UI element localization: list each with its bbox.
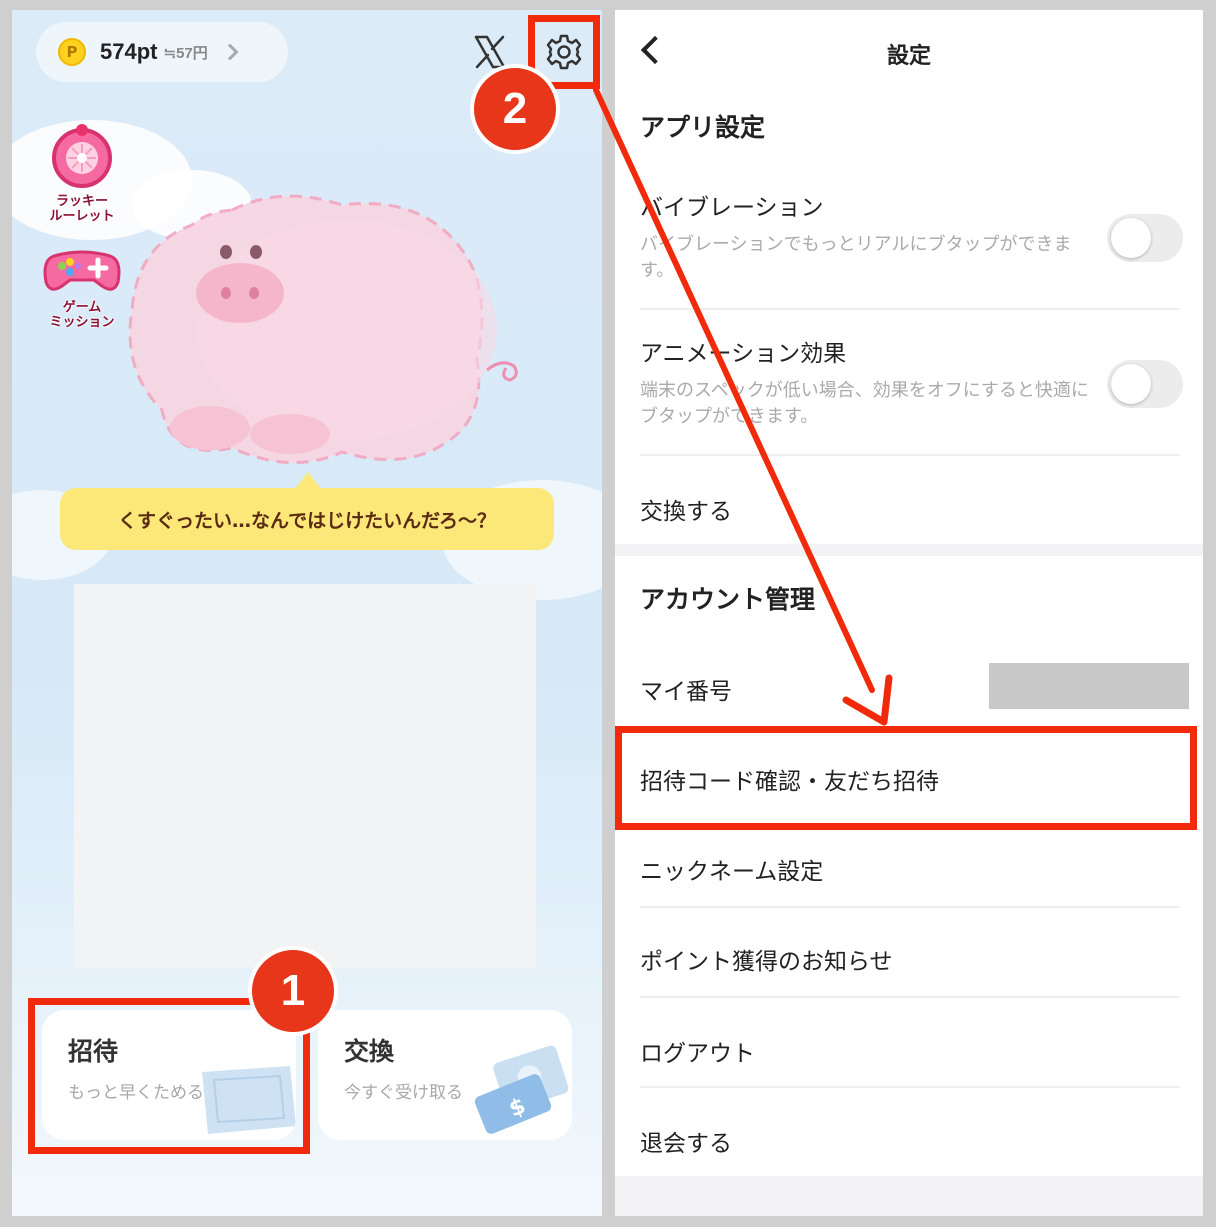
settings-nav-bar: 設定	[615, 10, 1203, 94]
ad-placeholder	[74, 584, 536, 968]
money-icon: $	[474, 1045, 569, 1134]
account-heading: アカウント管理	[640, 585, 816, 614]
my-number-redacted	[989, 663, 1189, 709]
section-gap	[615, 544, 1203, 556]
exchange-setting-item[interactable]: 交換する	[640, 492, 732, 526]
divider	[640, 308, 1180, 310]
game-mission-button[interactable]: ゲーム ミッション	[42, 246, 122, 330]
vibration-desc: バイブレーションでもっとリアルにブタップができます。	[640, 234, 1072, 281]
bottom-gap	[615, 1176, 1203, 1216]
settings-screen: 設定 アプリ設定 バイブレーション バイブレーションでもっとリアルにブタップがで…	[615, 10, 1203, 1216]
roulette-icon	[52, 124, 112, 188]
divider	[640, 996, 1180, 998]
pig-character[interactable]	[122, 190, 522, 480]
exchange-card[interactable]: 交換 今すぐ受け取る $	[318, 1010, 572, 1140]
point-coin-icon: P	[58, 38, 86, 66]
points-value: 574pt	[100, 39, 158, 64]
page-title: 設定	[886, 44, 931, 69]
side-icon-label: ゲーム ミッション	[49, 300, 115, 330]
step-1-badge: 1	[248, 946, 338, 1036]
divider	[640, 906, 1180, 908]
lucky-roulette-button[interactable]: ラッキー ルーレット	[42, 120, 122, 224]
animation-label: アニメーション効果	[640, 341, 847, 367]
step-2-badge: 2	[470, 64, 560, 154]
toggle-knob	[1111, 218, 1151, 258]
speech-bubble: くすぐったい…なんではじけたいんだろ～？	[60, 488, 554, 550]
app-settings-heading: アプリ設定	[640, 113, 766, 142]
point-notify-item[interactable]: ポイント獲得のお知らせ	[640, 942, 893, 976]
screenshot-frame: P 574pt ≒57円 2 ラッキー ルーレット ゲーム ミッション くすぐっ…	[0, 0, 1216, 1227]
chevron-right-icon	[221, 43, 239, 61]
vibration-label: バイブレーション	[640, 195, 824, 221]
divider	[640, 454, 1180, 456]
side-icon-label: ラッキー ルーレット	[49, 194, 115, 224]
gamepad-icon	[43, 250, 121, 291]
invite-row-highlight	[615, 726, 1197, 830]
logout-item[interactable]: ログアウト	[640, 1034, 755, 1068]
nickname-item[interactable]: ニックネーム設定	[640, 852, 823, 886]
home-screen: P 574pt ≒57円 2 ラッキー ルーレット ゲーム ミッション くすぐっ…	[12, 10, 602, 1216]
withdraw-item[interactable]: 退会する	[640, 1124, 732, 1158]
animation-desc: 端末のスペックが低い場合、効果をオフにすると快適にブタップができます。	[640, 380, 1089, 427]
gear-icon[interactable]	[545, 33, 583, 71]
vibration-toggle[interactable]	[1107, 214, 1183, 262]
divider	[640, 1086, 1180, 1088]
toggle-knob	[1111, 364, 1151, 404]
points-yen-value: ≒57円	[163, 44, 208, 62]
points-balance[interactable]: P 574pt ≒57円	[36, 22, 288, 82]
animation-toggle[interactable]	[1107, 360, 1183, 408]
my-number-label: マイ番号	[640, 679, 732, 705]
